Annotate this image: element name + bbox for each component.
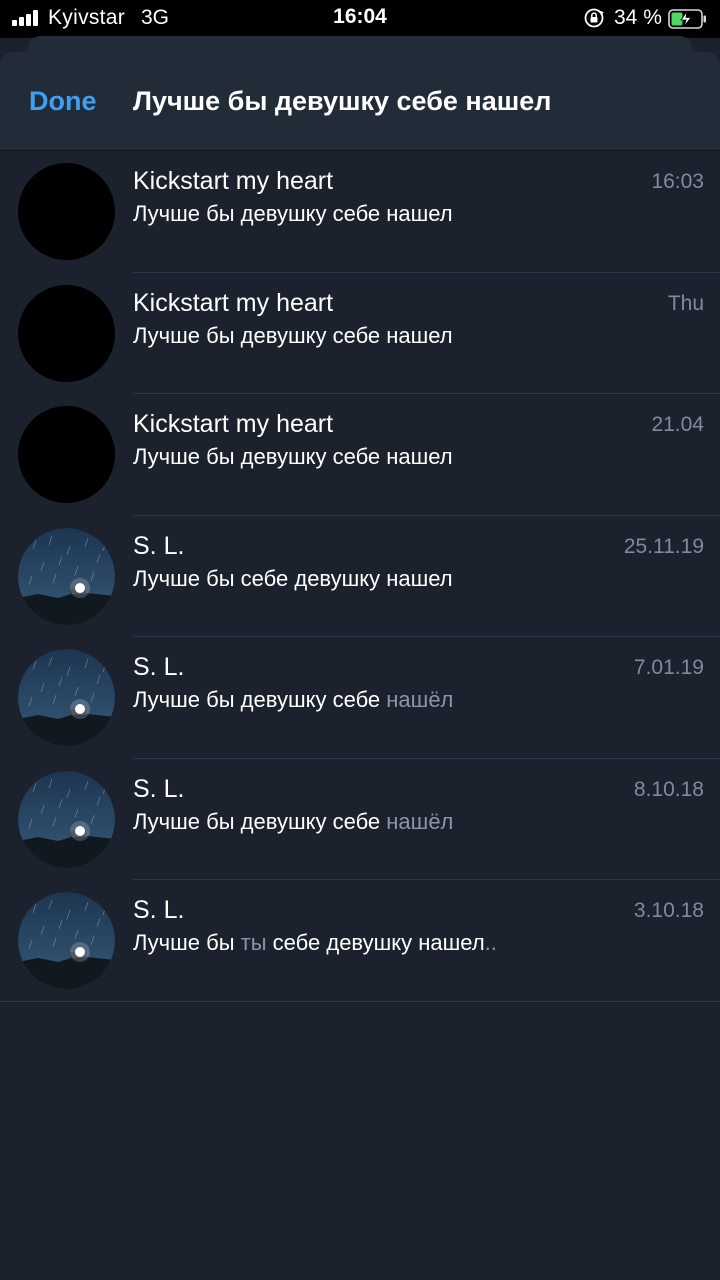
- chat-name: S. L.: [133, 896, 185, 924]
- snippet-matched-text: Лучше бы: [133, 930, 241, 955]
- chat-name: S. L.: [133, 653, 185, 681]
- row-divider: [0, 1000, 720, 1002]
- avatar: [18, 406, 115, 503]
- screen: Kyivstar 3G 16:04 34 % Done Лучше бы дев…: [0, 0, 720, 1280]
- done-button[interactable]: Done: [29, 86, 97, 117]
- avatar: [18, 770, 115, 868]
- message-snippet: Лучше бы девушку себе нашёл: [133, 687, 453, 713]
- search-result-row[interactable]: Kickstart my heart 21.04 Лучше бы девушку …: [0, 394, 720, 516]
- battery-percent: 34 %: [614, 6, 662, 29]
- search-result-row[interactable]: S. L. 7.01.19 Лучше бы девушку себе нашёл: [0, 637, 720, 759]
- chat-name: S. L.: [133, 531, 185, 560]
- snippet-unmatched-text: нашёл: [386, 808, 454, 834]
- message-date: 7.01.19: [633, 656, 704, 679]
- avatar: [18, 527, 115, 625]
- page-title: Лучше бы девушку себе нашел: [133, 86, 552, 116]
- chat-name: Kickstart my heart: [133, 410, 334, 438]
- snippet-unmatched-text: ты: [240, 930, 267, 955]
- message-snippet: Лучше бы девушку себе нашел: [133, 444, 453, 470]
- message-date: 8.10.18: [633, 777, 704, 801]
- nav-bar: Done Лучше бы девушку себе нашел: [0, 52, 720, 151]
- message-date: Thu: [667, 291, 704, 315]
- message-snippet: Лучше бы ты себе девушку нашел..: [133, 930, 497, 956]
- message-date: 3.10.18: [633, 899, 704, 922]
- message-date: 25.11.19: [623, 534, 704, 558]
- message-date: 21.04: [651, 413, 704, 436]
- orientation-lock-icon: [584, 8, 604, 28]
- message-snippet: Лучше бы девушку себе нашел: [133, 323, 453, 349]
- search-results-sheet: Done Лучше бы девушку себе нашел Kicksta…: [0, 52, 720, 1280]
- snippet-unmatched-text: ..: [484, 930, 497, 955]
- snippet-matched-text: Лучше бы девушку себе: [133, 687, 387, 712]
- battery-charging-icon: [668, 9, 706, 29]
- search-result-row[interactable]: Kickstart my heart Thu Лучше бы девушку се…: [0, 273, 720, 394]
- chat-name: Kickstart my heart: [133, 288, 334, 317]
- snippet-matched-text: Лучше бы девушку себе нашел: [133, 444, 453, 469]
- avatar: [18, 892, 115, 989]
- snippet-matched-text: Лучше бы девушку себе: [133, 808, 387, 834]
- avatar: [18, 284, 115, 382]
- avatar: [18, 163, 115, 260]
- snippet-matched-text: себе девушку нашел: [266, 930, 485, 955]
- message-snippet: Лучше бы девушку себе нашёл: [133, 809, 453, 835]
- message-snippet: Лучше бы себе девушку нашел: [133, 566, 453, 592]
- status-time: 16:04: [333, 5, 387, 28]
- search-result-row[interactable]: Kickstart my heart 16:03 Лучше бы девушку …: [0, 151, 720, 273]
- status-bar: Kyivstar 3G 16:04 34 %: [0, 0, 720, 38]
- snippet-unmatched-text: нашёл: [386, 687, 454, 712]
- search-result-row[interactable]: S. L. 25.11.19 Лучше бы себе девушку нашел: [0, 516, 720, 637]
- message-snippet: Лучше бы девушку себе нашел: [133, 201, 453, 227]
- snippet-matched-text: Лучше бы девушку себе нашел: [133, 201, 453, 226]
- avatar: [18, 649, 115, 746]
- message-date: 16:03: [651, 170, 704, 193]
- search-result-row[interactable]: S. L. 3.10.18 Лучше бы ты себе девушку наш…: [0, 880, 720, 1002]
- results-list: Kickstart my heart 16:03 Лучше бы девушку …: [0, 151, 720, 1002]
- snippet-matched-text: Лучше бы себе девушку нашел: [133, 565, 453, 591]
- chat-name: S. L.: [133, 774, 185, 803]
- search-result-row[interactable]: S. L. 8.10.18 Лучше бы девушку себе нашёл: [0, 759, 720, 880]
- snippet-matched-text: Лучше бы девушку себе нашел: [133, 322, 453, 348]
- chat-name: Kickstart my heart: [133, 167, 334, 195]
